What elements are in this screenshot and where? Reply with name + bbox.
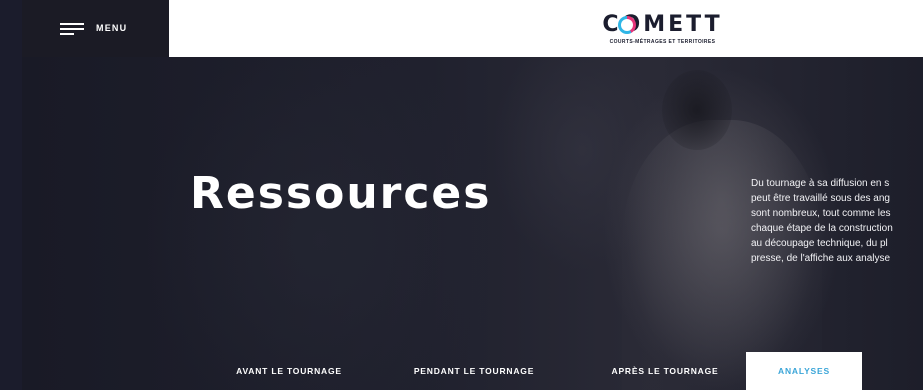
hero-photo-head — [662, 70, 732, 150]
tab-apres-le-tournage[interactable]: APRÈS LE TOURNAGE — [585, 352, 745, 390]
logo-wordmark: COMETT — [602, 12, 723, 37]
intro-line: Du tournage à sa diffusion en s — [751, 178, 890, 189]
intro-line: peut être travaillé sous des ang — [751, 193, 890, 204]
intro-text: Du tournage à sa diffusion en s peut êtr… — [751, 176, 923, 266]
menu-label: MENU — [96, 23, 128, 33]
intro-line: chaque étape de la construction — [751, 223, 893, 234]
comett-logo[interactable]: COMETT COURTS-MÉTRAGES ET TERRITOIRES — [595, 12, 730, 46]
header-bar: COMETT COURTS-MÉTRAGES ET TERRITOIRES — [169, 0, 923, 57]
logo-accent-ring — [618, 16, 636, 34]
left-edge-strip — [0, 0, 22, 390]
hamburger-icon — [60, 23, 84, 35]
tab-pendant-le-tournage[interactable]: PENDANT LE TOURNAGE — [384, 352, 564, 390]
resource-tabs: AVANT LE TOURNAGE PENDANT LE TOURNAGE AP… — [22, 352, 923, 390]
page-title: Ressources — [190, 168, 492, 219]
tab-analyses[interactable]: ANALYSES — [746, 352, 862, 390]
logo-tagline: COURTS-MÉTRAGES ET TERRITOIRES — [609, 39, 716, 45]
tab-avant-le-tournage[interactable]: AVANT LE TOURNAGE — [209, 352, 369, 390]
intro-line: au découpage technique, du pl — [751, 238, 888, 249]
intro-line: presse, de l'affiche aux analyse — [751, 253, 891, 264]
menu-button[interactable]: MENU — [22, 0, 169, 57]
intro-line: sont nombreux, tout comme les — [751, 208, 891, 219]
